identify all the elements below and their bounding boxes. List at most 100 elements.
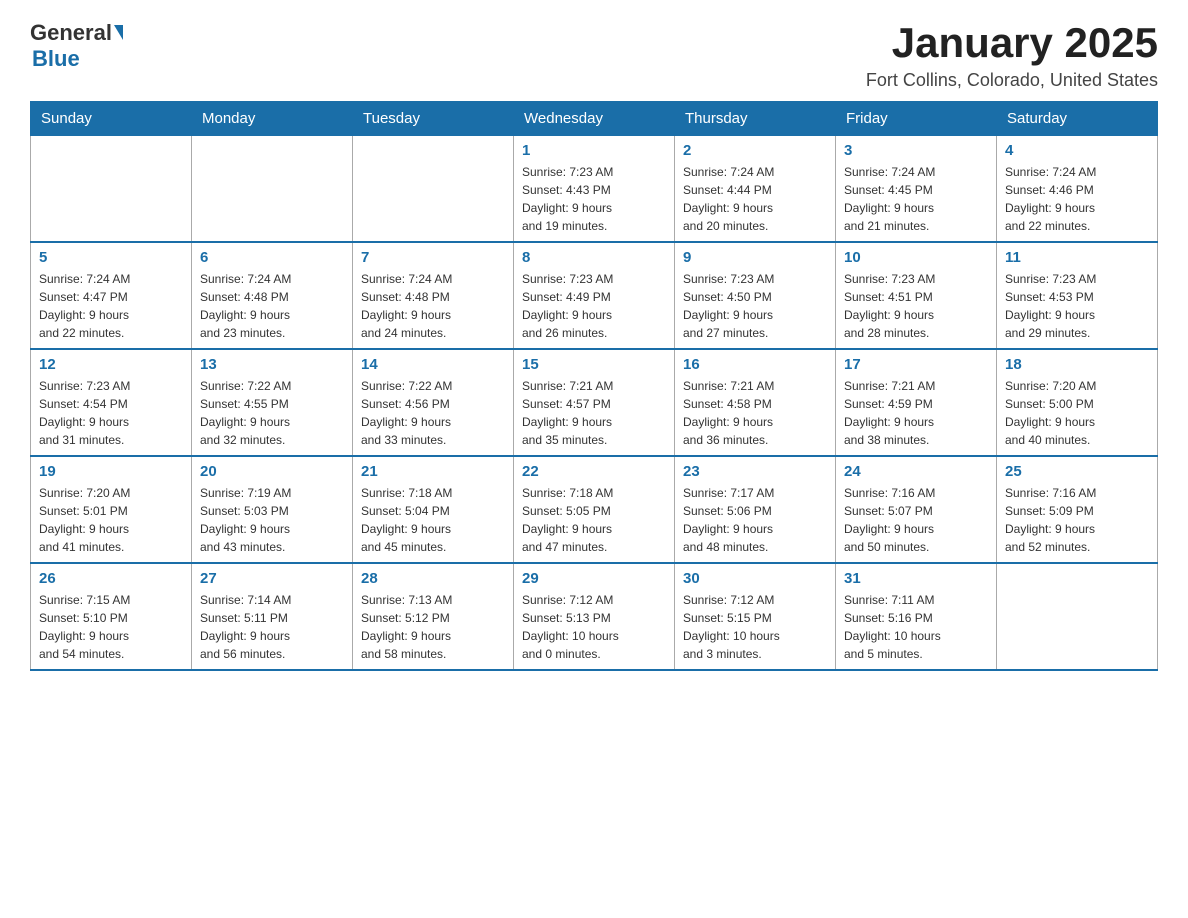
calendar-cell: 31Sunrise: 7:11 AMSunset: 5:16 PMDayligh… [836,563,997,670]
calendar-cell: 22Sunrise: 7:18 AMSunset: 5:05 PMDayligh… [514,456,675,563]
weekday-header-row: SundayMondayTuesdayWednesdayThursdayFrid… [31,102,1158,136]
day-number: 6 [200,249,344,266]
calendar-cell: 28 Sunrise: 7:13 AMSunset: 5:12 PMDayligh… [353,563,514,670]
calendar-cell [192,136,353,243]
day-info: Sunrise: 7:18 AMSunset: 5:04 PMDaylight:… [361,484,505,556]
day-info: Sunrise: 7:23 AMSunset: 4:54 PMDaylight:… [39,377,183,449]
day-number: 12 [39,356,183,373]
day-number: 17 [844,356,988,373]
calendar-cell: 26 Sunrise: 7:15 AMSunset: 5:10 PMDayligh… [31,563,192,670]
day-info: Sunrise: 7:12 AMSunset: 5:15 PMDaylight:… [683,591,827,663]
page-header: General Blue January 2025 Fort Collins, … [30,20,1158,91]
calendar-cell: 5 Sunrise: 7:24 AMSunset: 4:47 PMDaylight… [31,242,192,349]
day-info: Sunrise: 7:20 AMSunset: 5:01 PMDaylight:… [39,484,183,556]
day-number: 16 [683,356,827,373]
day-number: 15 [522,356,666,373]
title-section: January 2025 Fort Collins, Colorado, Uni… [866,20,1158,91]
day-info: Sunrise: 7:24 AMSunset: 4:45 PMDaylight:… [844,163,988,235]
day-number: 30 [683,570,827,587]
weekday-header-monday: Monday [192,102,353,136]
day-info: Sunrise: 7:24 AMSunset: 4:47 PMDaylight:… [39,270,183,342]
day-info: Sunrise: 7:22 AMSunset: 4:55 PMDaylight:… [200,377,344,449]
location-title: Fort Collins, Colorado, United States [866,70,1158,91]
day-info: Sunrise: 7:11 AMSunset: 5:16 PMDaylight:… [844,591,988,663]
weekday-header-saturday: Saturday [997,102,1158,136]
weekday-header-friday: Friday [836,102,997,136]
day-number: 3 [844,142,988,159]
day-number: 1 [522,142,666,159]
day-info: Sunrise: 7:24 AMSunset: 4:48 PMDaylight:… [361,270,505,342]
day-info: Sunrise: 7:12 AMSunset: 5:13 PMDaylight:… [522,591,666,663]
day-number: 11 [1005,249,1149,266]
day-info: Sunrise: 7:13 AMSunset: 5:12 PMDaylight:… [361,591,505,663]
day-info: Sunrise: 7:21 AMSunset: 4:58 PMDaylight:… [683,377,827,449]
calendar-cell [997,563,1158,670]
day-info: Sunrise: 7:20 AMSunset: 5:00 PMDaylight:… [1005,377,1149,449]
calendar-cell [31,136,192,243]
day-info: Sunrise: 7:23 AMSunset: 4:51 PMDaylight:… [844,270,988,342]
calendar-table: SundayMondayTuesdayWednesdayThursdayFrid… [30,101,1158,671]
day-number: 21 [361,463,505,480]
day-number: 7 [361,249,505,266]
day-number: 10 [844,249,988,266]
calendar-cell: 24Sunrise: 7:16 AMSunset: 5:07 PMDayligh… [836,456,997,563]
calendar-cell: 17 Sunrise: 7:21 AMSunset: 4:59 PMDayligh… [836,349,997,456]
calendar-cell: 8Sunrise: 7:23 AMSunset: 4:49 PMDaylight… [514,242,675,349]
calendar-cell: 12 Sunrise: 7:23 AMSunset: 4:54 PMDayligh… [31,349,192,456]
weekday-header-wednesday: Wednesday [514,102,675,136]
day-number: 20 [200,463,344,480]
day-number: 8 [522,249,666,266]
logo: General Blue [30,20,123,72]
day-info: Sunrise: 7:14 AMSunset: 5:11 PMDaylight:… [200,591,344,663]
day-info: Sunrise: 7:23 AMSunset: 4:43 PMDaylight:… [522,163,666,235]
day-info: Sunrise: 7:23 AMSunset: 4:50 PMDaylight:… [683,270,827,342]
calendar-cell: 21 Sunrise: 7:18 AMSunset: 5:04 PMDayligh… [353,456,514,563]
day-info: Sunrise: 7:16 AMSunset: 5:07 PMDaylight:… [844,484,988,556]
day-info: Sunrise: 7:24 AMSunset: 4:46 PMDaylight:… [1005,163,1149,235]
day-info: Sunrise: 7:21 AMSunset: 4:59 PMDaylight:… [844,377,988,449]
calendar-cell: 19 Sunrise: 7:20 AMSunset: 5:01 PMDayligh… [31,456,192,563]
day-info: Sunrise: 7:24 AMSunset: 4:44 PMDaylight:… [683,163,827,235]
day-info: Sunrise: 7:15 AMSunset: 5:10 PMDaylight:… [39,591,183,663]
day-info: Sunrise: 7:18 AMSunset: 5:05 PMDaylight:… [522,484,666,556]
day-number: 27 [200,570,344,587]
calendar-cell: 15 Sunrise: 7:21 AMSunset: 4:57 PMDayligh… [514,349,675,456]
day-info: Sunrise: 7:21 AMSunset: 4:57 PMDaylight:… [522,377,666,449]
day-number: 26 [39,570,183,587]
day-number: 25 [1005,463,1149,480]
calendar-week-row: 12 Sunrise: 7:23 AMSunset: 4:54 PMDayligh… [31,349,1158,456]
calendar-week-row: 19 Sunrise: 7:20 AMSunset: 5:01 PMDayligh… [31,456,1158,563]
logo-arrow-icon [114,25,123,40]
calendar-cell: 7 Sunrise: 7:24 AMSunset: 4:48 PMDaylight… [353,242,514,349]
day-info: Sunrise: 7:24 AMSunset: 4:48 PMDaylight:… [200,270,344,342]
calendar-cell: 13 Sunrise: 7:22 AMSunset: 4:55 PMDayligh… [192,349,353,456]
day-info: Sunrise: 7:16 AMSunset: 5:09 PMDaylight:… [1005,484,1149,556]
day-number: 19 [39,463,183,480]
calendar-cell: 20 Sunrise: 7:19 AMSunset: 5:03 PMDayligh… [192,456,353,563]
calendar-cell: 27 Sunrise: 7:14 AMSunset: 5:11 PMDayligh… [192,563,353,670]
weekday-header-sunday: Sunday [31,102,192,136]
day-number: 5 [39,249,183,266]
weekday-header-tuesday: Tuesday [353,102,514,136]
calendar-cell: 11 Sunrise: 7:23 AMSunset: 4:53 PMDayligh… [997,242,1158,349]
logo-blue-text: Blue [32,46,80,72]
day-number: 28 [361,570,505,587]
logo-general-text: General [30,20,112,46]
day-info: Sunrise: 7:22 AMSunset: 4:56 PMDaylight:… [361,377,505,449]
calendar-cell: 30 Sunrise: 7:12 AMSunset: 5:15 PMDayligh… [675,563,836,670]
day-number: 13 [200,356,344,373]
calendar-cell: 29 Sunrise: 7:12 AMSunset: 5:13 PMDayligh… [514,563,675,670]
day-number: 9 [683,249,827,266]
day-number: 2 [683,142,827,159]
month-title: January 2025 [866,20,1158,66]
day-info: Sunrise: 7:23 AMSunset: 4:53 PMDaylight:… [1005,270,1149,342]
day-number: 14 [361,356,505,373]
calendar-week-row: 5 Sunrise: 7:24 AMSunset: 4:47 PMDaylight… [31,242,1158,349]
calendar-cell: 2 Sunrise: 7:24 AMSunset: 4:44 PMDaylight… [675,136,836,243]
calendar-cell: 14 Sunrise: 7:22 AMSunset: 4:56 PMDayligh… [353,349,514,456]
calendar-cell: 25 Sunrise: 7:16 AMSunset: 5:09 PMDayligh… [997,456,1158,563]
calendar-cell: 23Sunrise: 7:17 AMSunset: 5:06 PMDayligh… [675,456,836,563]
day-info: Sunrise: 7:19 AMSunset: 5:03 PMDaylight:… [200,484,344,556]
calendar-week-row: 26 Sunrise: 7:15 AMSunset: 5:10 PMDayligh… [31,563,1158,670]
day-number: 29 [522,570,666,587]
